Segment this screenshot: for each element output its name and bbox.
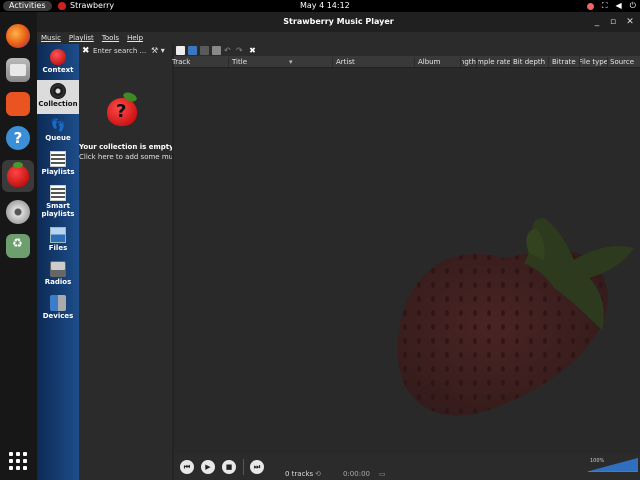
new-playlist-icon[interactable]	[176, 45, 185, 55]
sidebar-tab-smart-playlists[interactable]: Smart playlists	[37, 182, 79, 222]
minimize-button[interactable]: _	[590, 12, 604, 32]
clock[interactable]: May 4 14:12	[300, 0, 350, 12]
menu-help[interactable]: Help	[127, 32, 143, 44]
collection-options-icon[interactable]: ⚒ ▾	[151, 44, 165, 58]
column-artist[interactable]: Artist	[334, 56, 414, 68]
system-tray[interactable]: ⛶ ◀ ⏻	[586, 0, 636, 12]
load-playlist-icon[interactable]	[188, 45, 197, 55]
power-icon: ⏻	[629, 1, 636, 10]
help-icon[interactable]: ?	[6, 126, 30, 150]
clear-search-icon[interactable]: ✖	[82, 44, 90, 58]
playlist-area: ↶ ↷ ✖ Track Title ▾ Artist Album Length …	[172, 44, 640, 480]
files-icon	[50, 227, 66, 243]
add-music-link[interactable]: Click here to add some music	[79, 153, 172, 161]
strawberry-icon	[58, 2, 66, 10]
smart-playlist-icon	[50, 185, 66, 201]
playlist-toolbar: ↶ ↷ ✖	[174, 44, 640, 56]
sidebar-tab-radios[interactable]: Radios	[37, 258, 79, 292]
repeat-icon[interactable]: ⟲	[315, 468, 321, 480]
column-length[interactable]: Length	[462, 56, 476, 68]
total-time: 0:00:00	[343, 470, 370, 478]
collection-search-row: ✖ ⚒ ▾	[79, 44, 172, 58]
sidebar-tab-context[interactable]: Context	[37, 46, 79, 80]
playlist-icon	[50, 151, 66, 167]
menu-tools[interactable]: Tools	[102, 32, 119, 44]
volume-label: 100%	[590, 458, 605, 464]
menu-playlist[interactable]: Playlist	[69, 32, 94, 44]
top-bar: Activities Strawberry May 4 14:12 ⛶ ◀ ⏻	[0, 0, 640, 12]
column-track[interactable]: Track	[170, 56, 228, 68]
vinyl-disc-icon	[50, 83, 66, 99]
files-app-icon[interactable]	[6, 58, 30, 82]
dock: ?	[0, 12, 37, 480]
activities-button[interactable]: Activities	[3, 1, 52, 11]
notification-dot-icon	[586, 2, 594, 10]
save-all-playlists-icon[interactable]	[212, 45, 221, 55]
window-title: Strawberry Music Player	[283, 17, 394, 26]
redo-icon[interactable]: ↷	[236, 46, 245, 55]
firefox-icon[interactable]	[6, 24, 30, 48]
close-button[interactable]: ✕	[623, 12, 637, 32]
column-album[interactable]: Album	[416, 56, 460, 68]
clear-playlist-icon[interactable]: ✖	[248, 46, 257, 55]
strawberry-icon	[50, 49, 66, 65]
empty-collection-strawberry-icon: ?	[107, 98, 137, 126]
dock-strawberry-running[interactable]	[2, 160, 34, 192]
undo-icon[interactable]: ↶	[224, 46, 233, 55]
sidebar-tab-playlists[interactable]: Playlists	[37, 148, 79, 182]
playlist-view[interactable]	[174, 68, 640, 454]
network-icon: ⛶	[601, 1, 608, 10]
maximize-button[interactable]: ▫	[606, 12, 620, 32]
column-file-type[interactable]: File type	[580, 56, 608, 68]
sidebar-tab-collection[interactable]: Collection	[37, 80, 79, 114]
column-title[interactable]: Title	[230, 56, 328, 68]
sort-indicator-icon: ▾	[289, 58, 293, 66]
sidebar-tab-files[interactable]: Files	[37, 224, 79, 258]
status-bar: 0 tracks ⟲ 0:00:00 ▭	[174, 468, 640, 480]
radio-icon	[50, 261, 66, 277]
sidebar-tab-queue[interactable]: 👣 Queue	[37, 114, 79, 148]
track-count: 0 tracks	[285, 470, 314, 478]
active-app-name: Strawberry	[70, 1, 115, 10]
playlist-header: Track Title ▾ Artist Album Length Sample…	[172, 56, 640, 68]
active-app-menu[interactable]: Strawberry	[58, 0, 114, 12]
column-sample-rate[interactable]: Sample rate	[478, 56, 511, 68]
strawberry-app-icon	[7, 162, 29, 187]
software-center-icon[interactable]	[6, 92, 30, 116]
column-bitrate[interactable]: Bitrate	[550, 56, 580, 68]
sidebar: Context Collection 👣 Queue Playlists Sma…	[37, 44, 79, 480]
devices-icon	[50, 295, 66, 311]
menu-bar: Music Playlist Tools Help	[37, 32, 640, 44]
window-titlebar[interactable]: Strawberry Music Player _ ▫ ✕	[37, 12, 640, 32]
strawberry-window: Strawberry Music Player _ ▫ ✕ Music Play…	[37, 12, 640, 480]
sound-icon: ◀	[615, 1, 622, 10]
menu-music[interactable]: Music	[41, 32, 61, 44]
output-icon[interactable]: ▭	[379, 468, 386, 480]
show-apps-grid-icon[interactable]	[9, 452, 27, 470]
column-source[interactable]: Source	[608, 56, 640, 68]
save-playlist-icon[interactable]	[200, 45, 209, 55]
disc-icon[interactable]	[6, 200, 30, 224]
column-bit-depth[interactable]: Bit depth	[511, 56, 549, 68]
collection-search-input[interactable]	[93, 45, 149, 57]
strawberry-background-icon	[397, 218, 634, 416]
collection-pane: ✖ ⚒ ▾ ? Your collection is empty! Click …	[79, 44, 177, 480]
empty-collection-title: Your collection is empty!	[79, 143, 177, 151]
footprints-icon: 👣	[50, 118, 66, 132]
sidebar-tab-devices[interactable]: Devices	[37, 292, 79, 326]
trash-icon[interactable]	[6, 234, 30, 258]
